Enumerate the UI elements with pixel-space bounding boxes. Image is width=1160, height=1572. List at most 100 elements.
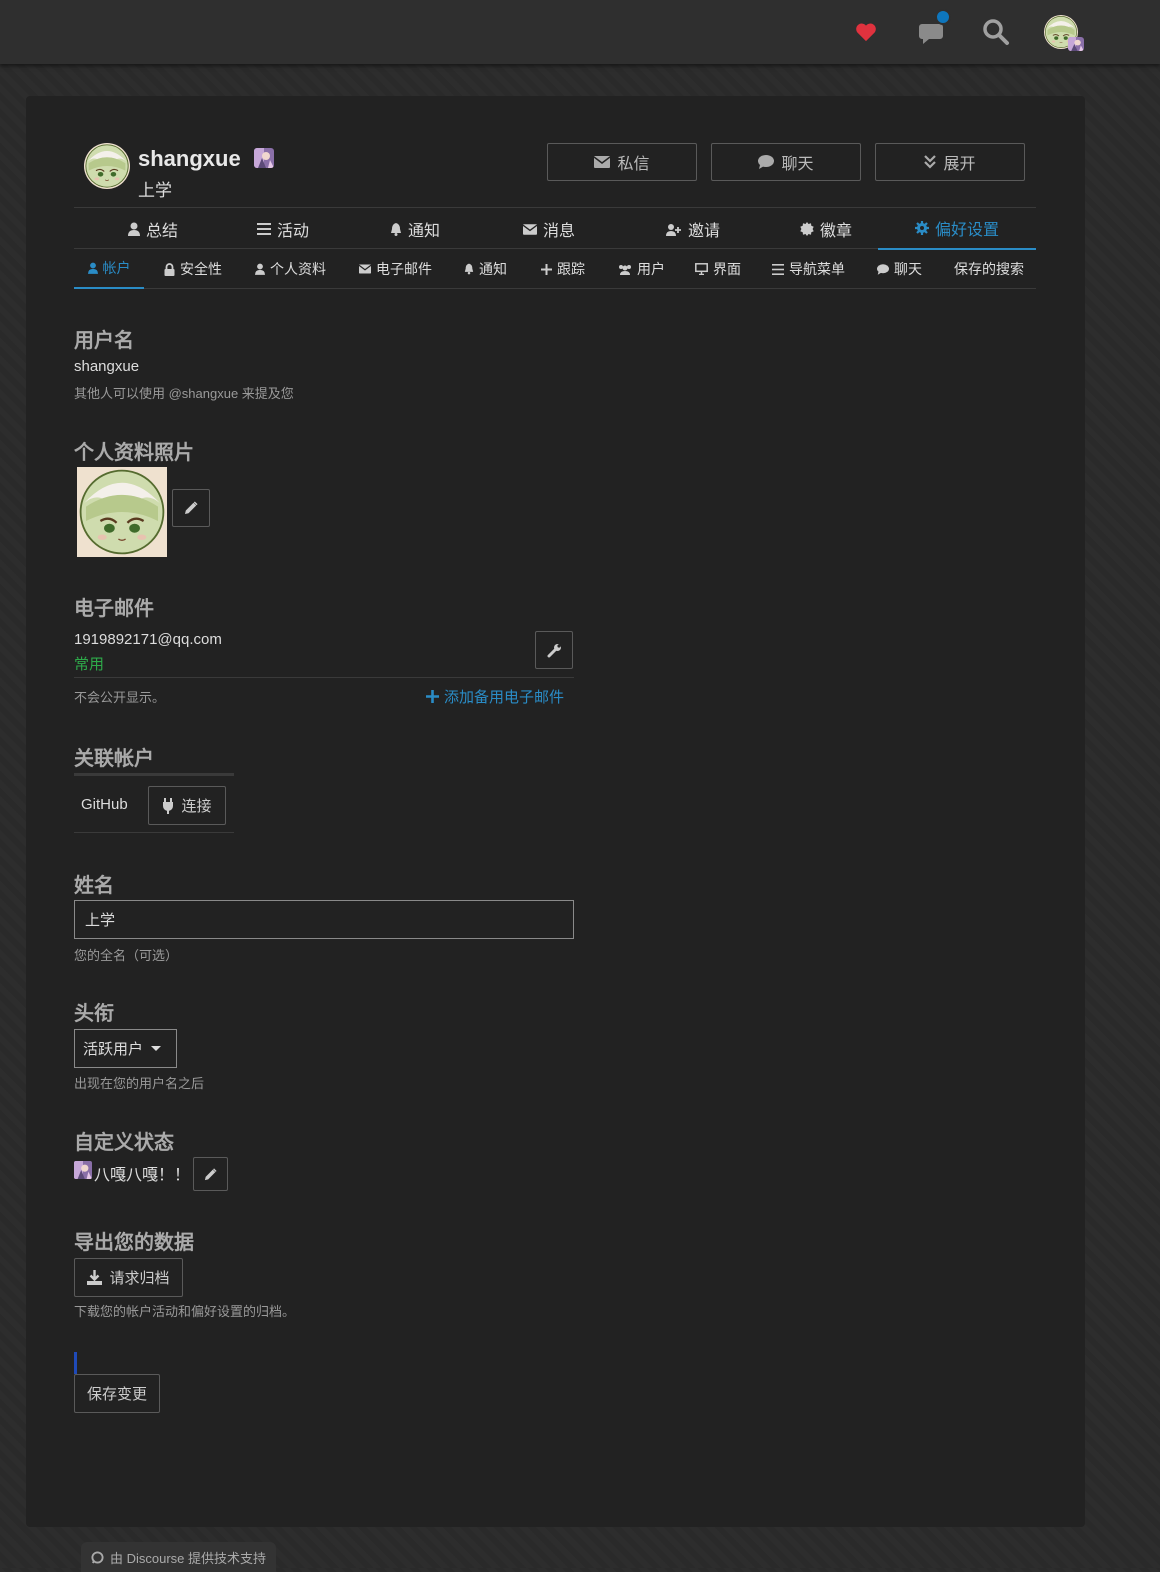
bars-icon (772, 263, 784, 275)
pref-tab-saved-searches[interactable]: 保存的搜索 (952, 249, 1026, 289)
profile-photo-section-title: 个人资料照片 (74, 442, 194, 464)
envelope-icon (359, 264, 371, 274)
pref-tab-users-label: 用户 (637, 261, 665, 277)
plus-icon (426, 690, 439, 703)
status-emoji-icon (74, 1161, 92, 1179)
heart-icon[interactable] (848, 14, 884, 50)
edit-photo-button[interactable] (172, 489, 210, 527)
request-archive-label: 请求归档 (109, 1270, 170, 1287)
status-value: 八嘎八嘎！！ (94, 1167, 191, 1184)
pref-tab-users[interactable]: 用户 (616, 249, 667, 289)
pref-tab-navigation-menu[interactable]: 导航菜单 (770, 249, 847, 289)
tab-preferences[interactable]: 偏好设置 (878, 208, 1036, 250)
pref-tab-emails[interactable]: 电子邮件 (357, 249, 434, 289)
search-icon[interactable] (978, 14, 1014, 50)
comment-icon (758, 155, 775, 169)
user-icon (255, 263, 265, 275)
chat-button-label: 聊天 (781, 156, 814, 173)
angles-down-icon (924, 155, 937, 169)
users-icon (619, 264, 631, 275)
pref-tab-tracking-label: 跟踪 (557, 261, 585, 277)
message-button-label: 私信 (617, 156, 650, 173)
user-plus-icon (665, 223, 681, 236)
user-icon (87, 262, 98, 274)
save-changes-button[interactable]: 保存变更 (74, 1374, 160, 1413)
unsaved-indicator (74, 1352, 77, 1374)
tab-summary-label: 总结 (145, 223, 178, 240)
bell-icon (390, 222, 401, 236)
email-section-title: 电子邮件 (74, 598, 154, 620)
pref-tab-chat-label: 聊天 (894, 261, 922, 277)
name-help: 您的全名（可选） (74, 948, 179, 963)
tab-badges-label: 徽章 (819, 223, 852, 240)
pref-tab-tracking[interactable]: 跟踪 (539, 249, 587, 289)
powered-by-label: 由 Discourse 提供技术支持 (110, 1550, 267, 1566)
name-section-title: 姓名 (74, 875, 114, 897)
pref-tab-account-label: 帐户 (102, 260, 131, 276)
pref-tab-account[interactable]: 帐户 (74, 249, 144, 289)
gear-icon (914, 221, 929, 235)
profile-photo (77, 467, 167, 557)
site-header (0, 0, 1160, 64)
expand-button-label: 展开 (943, 156, 976, 173)
title-select-value: 活跃用户 (83, 1041, 144, 1058)
pref-tab-saved-searches-label: 保存的搜索 (954, 261, 1024, 277)
plug-icon (163, 797, 174, 814)
full-name-input[interactable] (74, 900, 574, 939)
pref-tab-interface-label: 界面 (713, 261, 741, 277)
pref-tab-chat[interactable]: 聊天 (875, 249, 924, 289)
envelope-icon (594, 156, 611, 168)
tab-activity-label: 活动 (276, 223, 309, 240)
envelope-icon (522, 223, 537, 235)
chat-notification-dot (935, 9, 951, 25)
export-section-title: 导出您的数据 (74, 1232, 194, 1254)
chat-button[interactable]: 聊天 (711, 143, 861, 181)
username-section-title: 用户名 (74, 330, 134, 352)
lock-icon (164, 262, 175, 276)
pref-tab-navigation-menu-label: 导航菜单 (789, 261, 845, 277)
email-options-button[interactable] (535, 631, 573, 669)
request-archive-button[interactable]: 请求归档 (74, 1258, 183, 1297)
discourse-logo-icon (91, 1550, 104, 1564)
expand-button[interactable]: 展开 (875, 143, 1025, 181)
preferences-nav: 帐户 安全性 个人资料 电子邮件 通知 跟踪 用户 界面 导航菜单 聊天 保存的… (74, 249, 1036, 289)
profile-username: shangxue (138, 146, 241, 171)
add-alternate-email-link[interactable]: 添加备用电子邮件 (426, 686, 564, 707)
email-value: 1919892171@qq.com (74, 631, 222, 648)
github-connect-button[interactable]: 连接 (148, 786, 226, 825)
pref-tab-interface[interactable]: 界面 (693, 249, 743, 289)
linked-account-github: GitHub (81, 796, 128, 813)
edit-status-button[interactable] (193, 1157, 228, 1191)
list-icon (256, 223, 271, 235)
user-flair-icon (254, 148, 274, 168)
username-value: shangxue (74, 358, 140, 375)
status-section-title: 自定义状态 (74, 1132, 174, 1154)
tab-notifications-label: 通知 (407, 223, 440, 240)
pref-tab-emails-label: 电子邮件 (376, 261, 432, 277)
title-select[interactable]: 活跃用户 (74, 1029, 177, 1068)
github-connect-label: 连接 (181, 798, 212, 815)
profile-avatar[interactable] (84, 143, 130, 189)
pref-tab-notifications[interactable]: 通知 (462, 249, 509, 289)
user-icon (127, 222, 140, 236)
email-divider (74, 677, 574, 678)
caret-down-icon (151, 1046, 162, 1051)
add-alternate-email-label: 添加备用电子邮件 (444, 689, 565, 706)
message-button[interactable]: 私信 (547, 143, 697, 181)
user-preferences-panel: shangxue 上学 私信 聊天 展开 总结 活动 通知 消息 邀请 徽章 偏… (26, 96, 1085, 1527)
tab-preferences-label: 偏好设置 (934, 222, 999, 239)
chat-icon[interactable] (913, 9, 951, 50)
pref-tab-profile[interactable]: 个人资料 (253, 249, 328, 289)
user-main-nav: 总结 活动 通知 消息 邀请 徽章 偏好设置 (74, 207, 1036, 250)
pref-tab-security[interactable]: 安全性 (162, 249, 224, 289)
export-help: 下载您的帐户活动和偏好设置的归档。 (74, 1304, 296, 1319)
linked-accounts-section-title: 关联帐户 (74, 748, 154, 770)
pref-tab-security-label: 安全性 (180, 261, 222, 277)
download-icon (87, 1270, 103, 1285)
title-help: 出现在您的用户名之后 (74, 1076, 205, 1091)
pref-tab-notifications-label: 通知 (479, 261, 507, 277)
tab-messages[interactable]: 消息 (470, 208, 628, 250)
title-section-title: 头衔 (74, 1003, 114, 1025)
tab-invites-label: 邀请 (687, 223, 720, 240)
desktop-icon (695, 263, 708, 275)
